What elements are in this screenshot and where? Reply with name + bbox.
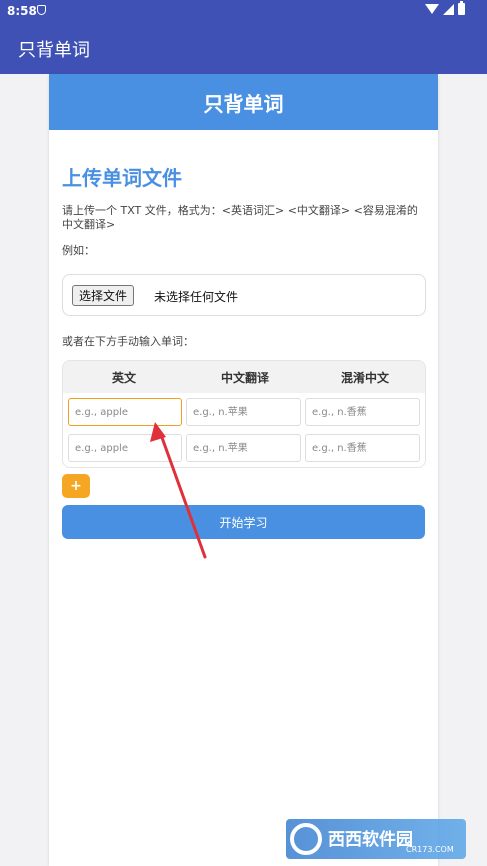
annotation-arrow — [150, 422, 207, 559]
watermark-logo: 西西软件园 CR173.COM — [286, 819, 466, 859]
watermark-subtext: CR173.COM — [406, 845, 454, 854]
watermark-icon — [290, 823, 322, 855]
watermark-text: 西西软件园 — [328, 830, 413, 850]
